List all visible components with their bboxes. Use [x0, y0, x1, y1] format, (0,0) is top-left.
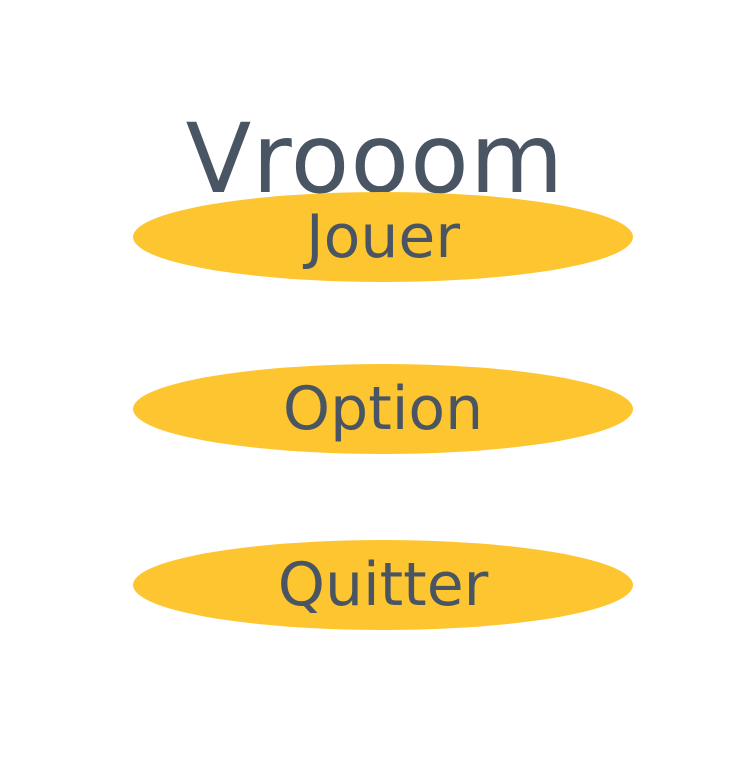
option-button[interactable]: Option [133, 364, 633, 454]
quit-button[interactable]: Quitter [133, 540, 633, 630]
play-button[interactable]: Jouer [133, 192, 633, 282]
